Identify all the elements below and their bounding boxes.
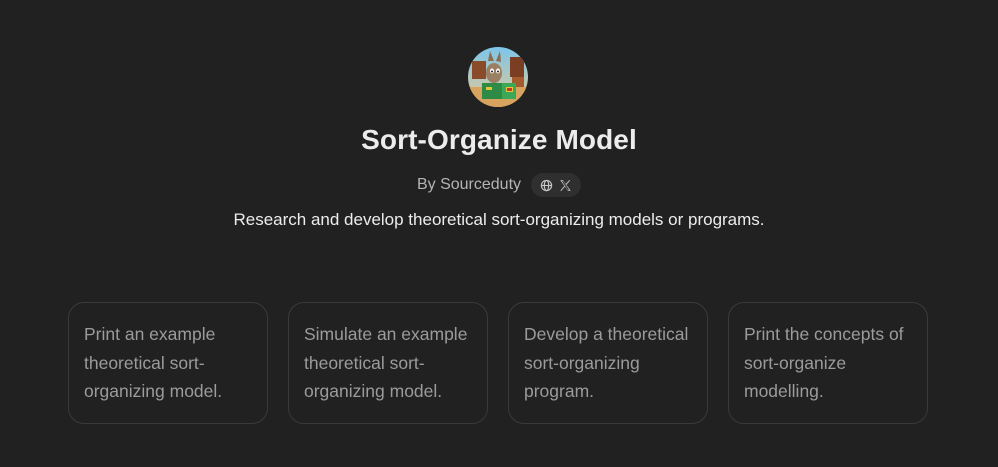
gpt-landing: Sort-Organize Model By Sourceduty Resear…: [0, 0, 998, 467]
starter-card[interactable]: Simulate an example theoretical sort-org…: [288, 302, 488, 424]
gpt-byline: By Sourceduty: [0, 173, 998, 197]
starter-card-text: Develop a theoretical sort-organizing pr…: [524, 324, 689, 401]
starter-card[interactable]: Print an example theoretical sort-organi…: [68, 302, 268, 424]
author-label: By Sourceduty: [416, 176, 522, 193]
starter-card[interactable]: Develop a theoretical sort-organizing pr…: [508, 302, 708, 424]
globe-icon[interactable]: [540, 179, 553, 192]
starter-card[interactable]: Print the concepts of sort-organize mode…: [728, 302, 928, 424]
gpt-title: Sort-Organize Model: [361, 124, 637, 155]
starter-card-text: Print an example theoretical sort-organi…: [84, 324, 223, 401]
gpt-description: Research and develop theoretical sort-or…: [233, 210, 765, 229]
conversation-starters: Print an example theoretical sort-organi…: [68, 302, 928, 424]
cartoon-coyote-with-crates-icon: [468, 47, 528, 107]
x-logo-icon[interactable]: [559, 179, 572, 192]
gpt-avatar: [468, 47, 528, 107]
social-links: [531, 173, 582, 197]
starter-card-text: Print the concepts of sort-organize mode…: [744, 324, 904, 401]
starter-card-text: Simulate an example theoretical sort-org…: [304, 324, 468, 401]
